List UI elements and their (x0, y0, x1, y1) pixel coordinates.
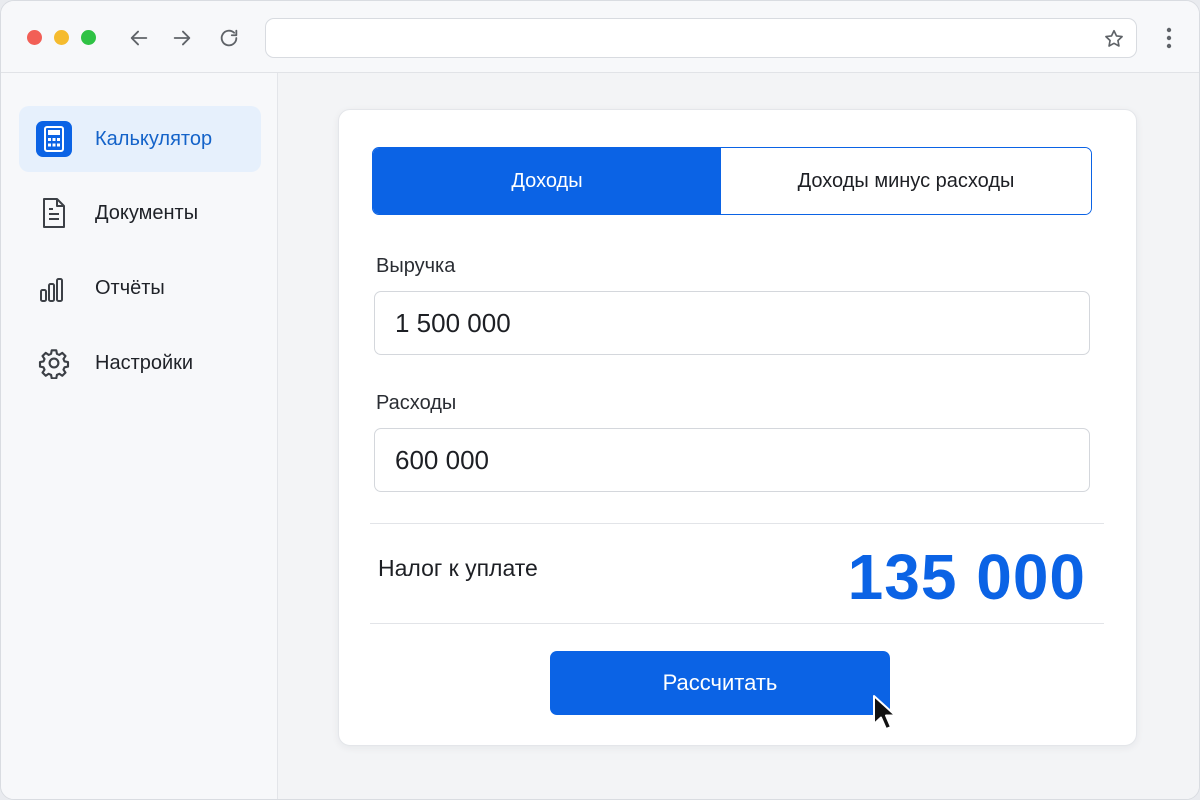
more-vertical-icon (1166, 27, 1172, 49)
calculate-button[interactable]: Рассчитать (550, 651, 890, 715)
address-bar[interactable] (265, 18, 1137, 58)
maximize-window-button[interactable] (81, 30, 96, 45)
star-icon (1105, 29, 1123, 47)
browser-window: Калькулятор Документы Отчёты Настройки Д… (0, 0, 1200, 800)
calculator-icon (36, 121, 72, 157)
sidebar-item-calculator[interactable]: Калькулятор (19, 106, 261, 172)
forward-arrow-icon (173, 30, 191, 46)
sidebar-item-label: Калькулятор (95, 127, 213, 150)
reload-button[interactable] (214, 23, 244, 53)
revenue-input[interactable] (374, 291, 1090, 355)
tax-due-label: Налог к уплате (378, 555, 538, 581)
expenses-label: Расходы (376, 392, 457, 414)
bookmark-button[interactable] (1102, 27, 1126, 51)
sidebar-item-documents[interactable]: Документы (19, 180, 261, 246)
back-button[interactable] (124, 23, 154, 53)
browser-toolbar (1, 1, 1199, 73)
forward-button[interactable] (167, 23, 197, 53)
sidebar: Калькулятор Документы Отчёты Настройки (1, 73, 278, 799)
gear-icon (36, 345, 72, 381)
back-arrow-icon (130, 30, 148, 46)
minimize-window-button[interactable] (54, 30, 69, 45)
document-icon (36, 195, 72, 231)
tab-income-minus-expenses[interactable]: Доходы минус расходы (721, 148, 1091, 214)
sidebar-item-settings[interactable]: Настройки (19, 330, 261, 396)
expenses-input[interactable] (374, 428, 1090, 492)
sidebar-item-reports[interactable]: Отчёты (19, 255, 261, 321)
main-content: Доходы Доходы минус расходы Выручка Расх… (278, 73, 1199, 799)
browser-menu-button[interactable] (1155, 23, 1183, 53)
divider (370, 523, 1104, 524)
bar-chart-icon (36, 270, 72, 306)
close-window-button[interactable] (27, 30, 42, 45)
calculator-card: Доходы Доходы минус расходы Выручка Расх… (338, 109, 1137, 746)
tax-due-value: 135 000 (847, 541, 1086, 613)
revenue-label: Выручка (376, 255, 456, 277)
divider (370, 623, 1104, 624)
tax-mode-switch: Доходы Доходы минус расходы (372, 147, 1092, 215)
sidebar-item-label: Настройки (95, 351, 194, 374)
address-input[interactable] (280, 27, 1080, 51)
sidebar-item-label: Документы (95, 201, 199, 224)
reload-icon (220, 29, 238, 47)
sidebar-item-label: Отчёты (95, 276, 165, 299)
tab-income[interactable]: Доходы (373, 148, 721, 214)
